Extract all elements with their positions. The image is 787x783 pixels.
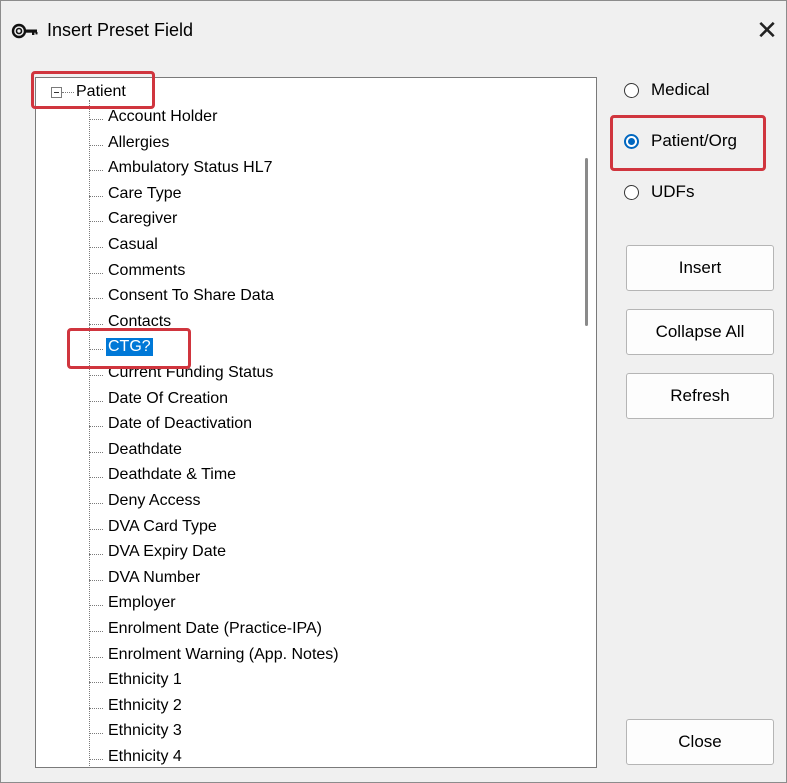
tree-connector [89,759,103,760]
tree-item-label: Caregiver [108,210,178,227]
tree-connector [89,273,103,274]
tree-connector [89,682,103,683]
tree-item-label: Ethnicity 4 [108,748,182,765]
tree-item-label: Comments [108,262,186,279]
tree-connector [89,170,103,171]
tree-connector [89,324,103,325]
radio-circle-checked[interactable] [624,134,639,149]
tree-item-label: Enrolment Date (Practice-IPA) [108,620,322,637]
tree-item-label: Care Type [108,185,182,202]
radio-circle[interactable] [624,185,639,200]
tree-connector [89,477,103,478]
tree-connector [89,349,103,350]
tree-item-label: Account Holder [108,108,218,125]
tree-connector [89,657,103,658]
minus-expander-icon[interactable] [51,87,62,98]
tree-connector [89,708,103,709]
refresh-button[interactable]: Refresh [626,373,774,419]
radio-circle[interactable] [624,83,639,98]
tree-item-label: DVA Number [108,569,201,586]
tree-item-label: Ethnicity 3 [108,722,182,739]
tree-connector [89,196,103,197]
scrollbar-thumb[interactable] [585,158,588,326]
tree-connector [89,221,103,222]
close-button[interactable]: Close [626,719,774,765]
tree-connector [89,426,103,427]
tree-connector [89,247,103,248]
tree-connector [89,401,103,402]
tree-item-label: Date of Deactivation [108,415,253,432]
tree-connector [89,375,103,376]
tree-connector [89,298,103,299]
title-bar: Insert Preset Field ✕ [1,1,786,61]
tree-item-label: DVA Expiry Date [108,543,226,560]
tree-item-label: Allergies [108,134,170,151]
tree-item-label: Deny Access [108,492,201,509]
insert-button[interactable]: Insert [626,245,774,291]
tree-item-label: Casual [108,236,158,253]
tree-connector [89,119,103,120]
tree-connector [89,580,103,581]
tree-item-label: Current Funding Status [108,364,274,381]
tree-connector [89,733,103,734]
tree-connector [89,605,103,606]
tree-connector [89,145,103,146]
tree-item-label: Ethnicity 2 [108,697,182,714]
tree-item-label: Consent To Share Data [108,287,275,304]
tree-item-label: Employer [108,594,176,611]
tree-scrollbar[interactable] [574,78,596,767]
tree-item-label: Deathdate [108,441,182,458]
tree-item-label: Ethnicity 1 [108,671,182,688]
tree-connector-vertical [89,100,90,767]
tree-item-label: Enrolment Warning (App. Notes) [108,646,339,663]
radio-label: Patient/Org [651,131,737,150]
radio-label: UDFs [651,182,695,201]
preset-field-tree[interactable]: Patient Account Holder Allergies Ambulat… [35,77,597,768]
insert-preset-field-dialog: Insert Preset Field ✕ Patient Account Ho… [0,0,787,783]
radio-label: Medical [651,80,710,99]
window-title: Insert Preset Field [47,20,194,40]
tree-connector [89,631,103,632]
tree-item-label: Contacts [108,313,172,330]
tree-item-label: CTG? [106,338,153,356]
collapse-all-button[interactable]: Collapse All [626,309,774,355]
close-icon[interactable]: ✕ [750,14,784,48]
tree-item-label: DVA Card Type [108,518,217,535]
tree-connector [89,503,103,504]
tree-connector [89,452,103,453]
tree-connector [89,554,103,555]
key-icon [11,21,39,41]
tree-item-label: Deathdate & Time [108,466,237,483]
tree-item-label: Ambulatory Status HL7 [108,159,273,176]
tree-root-patient[interactable]: Patient [76,83,126,101]
tree-item-label: Date Of Creation [108,390,229,407]
tree-connector [89,529,103,530]
tree-connector [62,92,74,93]
